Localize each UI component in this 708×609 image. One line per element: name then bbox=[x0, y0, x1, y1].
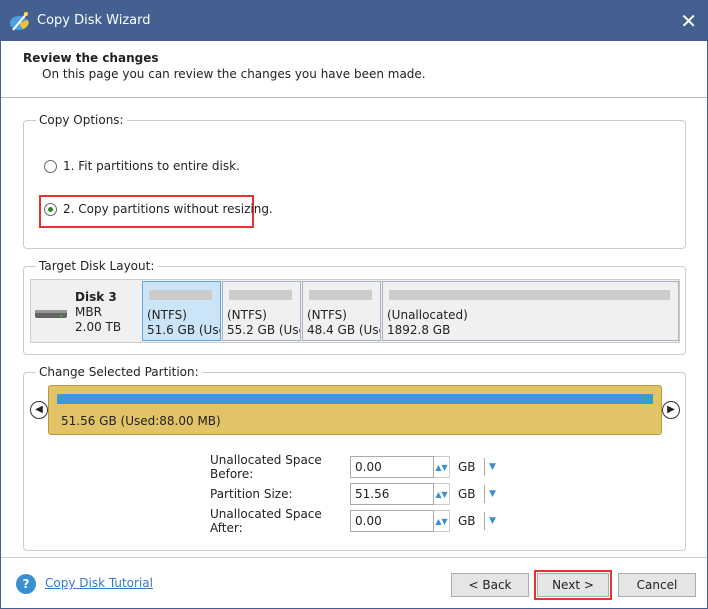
field-label: Unallocated Space After: bbox=[210, 507, 322, 535]
partition-size: 1892.8 GB bbox=[387, 323, 451, 337]
copy-options-group: Copy Options: 1. Fit partitions to entir… bbox=[23, 113, 686, 249]
field-partition-size: Partition Size: 51.56 ▲▼ GB ▼ bbox=[210, 483, 496, 505]
disk-info[interactable]: Disk 3 MBR 2.00 TB bbox=[31, 280, 145, 342]
option-label: 2. Copy partitions without resizing. bbox=[63, 202, 273, 216]
partition-2[interactable]: (NTFS)55.2 GB (Used bbox=[222, 281, 301, 341]
option-copy-without-resizing[interactable]: 2. Copy partitions without resizing. bbox=[44, 202, 273, 216]
option-label: 1. Fit partitions to entire disk. bbox=[63, 159, 240, 173]
field-unallocated-after: Unallocated Space After: 0.00 ▲▼ GB ▼ bbox=[210, 507, 496, 535]
partition-bar-text: 51.56 GB (Used:88.00 MB) bbox=[61, 414, 221, 428]
unit-dropdown-icon[interactable]: ▼ bbox=[484, 485, 496, 503]
copy-disk-tutorial-link[interactable]: Copy Disk Tutorial bbox=[45, 576, 153, 590]
unit-dropdown-icon[interactable]: ▼ bbox=[484, 512, 496, 530]
partition-fs: (NTFS) bbox=[307, 308, 347, 322]
footer-divider bbox=[1, 557, 707, 558]
field-label: Partition Size: bbox=[210, 487, 293, 501]
disk-type: MBR bbox=[75, 305, 102, 319]
unallocated-before-input[interactable]: 0.00 bbox=[350, 456, 434, 478]
spin-buttons[interactable]: ▲▼ bbox=[434, 510, 450, 532]
partition-resize-bar[interactable]: 51.56 GB (Used:88.00 MB) bbox=[48, 385, 662, 435]
partition-1[interactable]: (NTFS)51.6 GB (Used bbox=[142, 281, 221, 341]
unit-label: GB bbox=[458, 514, 476, 528]
partition-size: 48.4 GB (Used bbox=[307, 323, 380, 337]
cancel-button[interactable]: Cancel bbox=[618, 573, 696, 597]
page-header: Review the changes On this page you can … bbox=[1, 41, 707, 98]
back-button[interactable]: < Back bbox=[451, 573, 529, 597]
partition-fs: (NTFS) bbox=[227, 308, 267, 322]
partition-size: 55.2 GB (Used bbox=[227, 323, 300, 337]
field-label: Unallocated Space Before: bbox=[210, 453, 322, 481]
unallocated-after-input[interactable]: 0.00 bbox=[350, 510, 434, 532]
partition-fs: (Unallocated) bbox=[387, 308, 468, 322]
left-arrow-icon[interactable]: ◀ bbox=[30, 401, 48, 419]
copy-disk-wizard-window: Copy Disk Wizard ✕ Review the changes On… bbox=[0, 0, 708, 609]
copy-options-label: Copy Options: bbox=[36, 113, 127, 127]
partition-3[interactable]: (NTFS)48.4 GB (Used bbox=[302, 281, 381, 341]
help-icon[interactable]: ? bbox=[16, 574, 36, 594]
partition-size-input[interactable]: 51.56 bbox=[350, 483, 434, 505]
partition-size: 51.6 GB (Used bbox=[147, 323, 220, 337]
right-arrow-icon[interactable]: ▶ bbox=[662, 401, 680, 419]
partition-used-bar[interactable] bbox=[57, 394, 653, 404]
disk-layout-map: Disk 3 MBR 2.00 TB (NTFS)51.6 GB (Used (… bbox=[30, 279, 680, 343]
partition-fs: (NTFS) bbox=[147, 308, 187, 322]
next-button[interactable]: Next > bbox=[537, 573, 609, 597]
page-subtitle: On this page you can review the changes … bbox=[42, 67, 426, 81]
partition-unallocated[interactable]: (Unallocated) 1892.8 GB bbox=[382, 281, 679, 341]
title-bar: Copy Disk Wizard ✕ bbox=[1, 1, 707, 41]
radio-button-selected[interactable] bbox=[44, 202, 57, 216]
change-partition-label: Change Selected Partition: bbox=[36, 365, 202, 379]
wizard-app-icon bbox=[10, 12, 29, 31]
unit-label: GB bbox=[458, 487, 476, 501]
spin-buttons[interactable]: ▲▼ bbox=[434, 483, 450, 505]
option-fit-partitions[interactable]: 1. Fit partitions to entire disk. bbox=[44, 159, 240, 173]
target-disk-layout-label: Target Disk Layout: bbox=[36, 259, 158, 273]
unit-label: GB bbox=[458, 460, 476, 474]
hard-disk-icon bbox=[35, 310, 67, 318]
close-icon[interactable]: ✕ bbox=[680, 9, 697, 33]
spin-buttons[interactable]: ▲▼ bbox=[434, 456, 450, 478]
disk-name: Disk 3 bbox=[75, 290, 117, 304]
window-title: Copy Disk Wizard bbox=[37, 13, 151, 28]
unit-dropdown-icon[interactable]: ▼ bbox=[484, 458, 496, 476]
change-partition-group: Change Selected Partition: ◀ 51.56 GB (U… bbox=[23, 365, 686, 551]
target-disk-layout-group: Target Disk Layout: Disk 3 MBR 2.00 TB (… bbox=[23, 259, 686, 355]
field-unallocated-before: Unallocated Space Before: 0.00 ▲▼ GB ▼ bbox=[210, 453, 496, 481]
disk-size: 2.00 TB bbox=[75, 320, 122, 334]
page-title: Review the changes bbox=[23, 51, 159, 65]
radio-button[interactable] bbox=[44, 159, 57, 173]
